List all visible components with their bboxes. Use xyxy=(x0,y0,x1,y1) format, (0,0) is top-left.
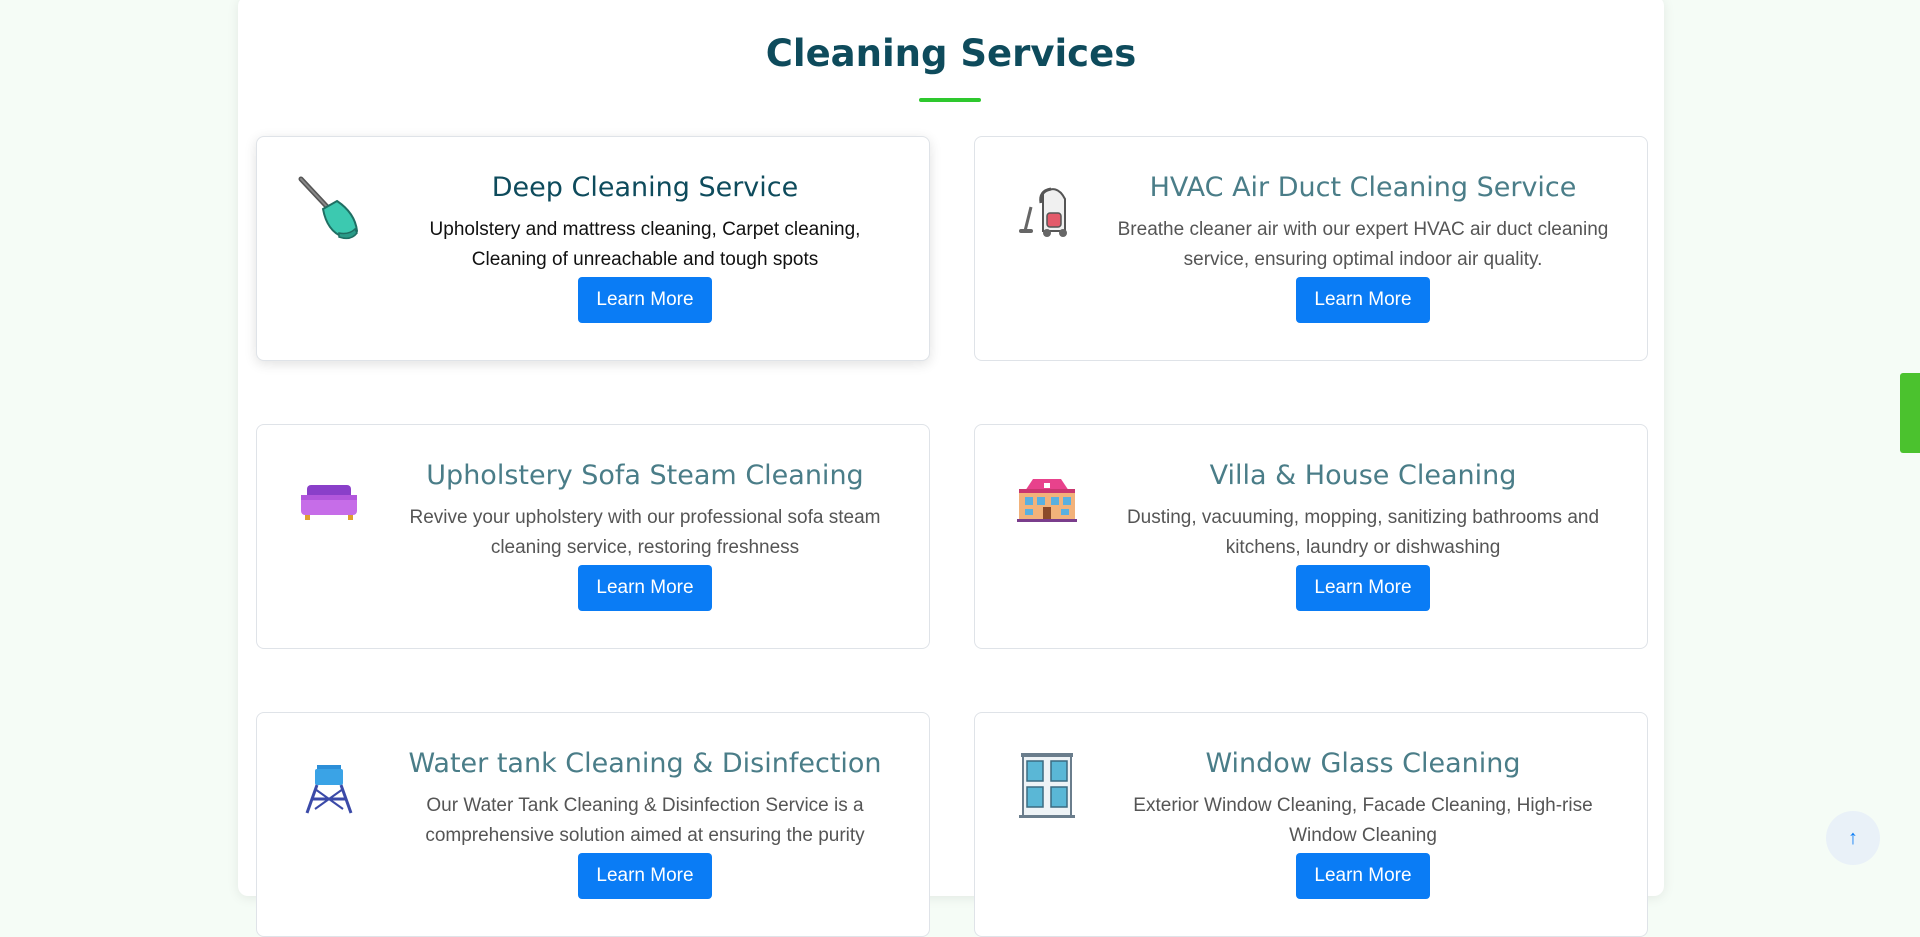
service-title: Water tank Cleaning & Disinfection xyxy=(408,748,882,779)
services-section: Cleaning Services Deep Cleaning Service … xyxy=(238,0,1664,937)
learn-more-button[interactable]: Learn More xyxy=(578,853,712,899)
service-description: Upholstery and mattress cleaning, Carpet… xyxy=(429,219,861,270)
service-title: Window Glass Cleaning xyxy=(1205,748,1521,779)
service-card-deep-cleaning[interactable]: Deep Cleaning Service Upholstery and mat… xyxy=(256,136,930,361)
service-description: Revive your upholstery with our professi… xyxy=(409,507,881,558)
water-tower-icon xyxy=(293,749,365,821)
building-windows-icon xyxy=(1011,749,1083,821)
service-card-hvac[interactable]: HVAC Air Duct Cleaning Service Breathe c… xyxy=(974,136,1648,361)
service-description: Breathe cleaner air with our expert HVAC… xyxy=(1117,219,1609,270)
service-card-villa[interactable]: Villa & House Cleaning Dusting, vacuumin… xyxy=(974,424,1648,649)
learn-more-button[interactable]: Learn More xyxy=(1296,277,1430,323)
house-icon xyxy=(1011,461,1083,533)
learn-more-button[interactable]: Learn More xyxy=(578,565,712,611)
service-card-sofa[interactable]: Upholstery Sofa Steam Cleaning Revive yo… xyxy=(256,424,930,649)
service-description: Exterior Window Cleaning, Facade Cleanin… xyxy=(1133,795,1593,846)
section-title: Cleaning Services xyxy=(765,32,1137,75)
learn-more-button[interactable]: Learn More xyxy=(1296,853,1430,899)
service-card-water-tank[interactable]: Water tank Cleaning & Disinfection Our W… xyxy=(256,712,930,937)
sofa-icon xyxy=(293,461,365,533)
service-card-window-glass[interactable]: Window Glass Cleaning Exterior Window Cl… xyxy=(974,712,1648,937)
learn-more-button[interactable]: Learn More xyxy=(578,277,712,323)
title-underline xyxy=(919,98,981,102)
service-description: Our Water Tank Cleaning & Disinfection S… xyxy=(425,795,865,846)
back-to-top-button[interactable]: ↑ xyxy=(1826,811,1880,865)
service-title: HVAC Air Duct Cleaning Service xyxy=(1149,172,1577,203)
vacuum-cleaner-icon xyxy=(1011,173,1083,245)
service-title: Deep Cleaning Service xyxy=(491,172,799,203)
service-title: Villa & House Cleaning xyxy=(1209,460,1517,491)
service-title: Upholstery Sofa Steam Cleaning xyxy=(426,460,864,491)
side-tab-handle[interactable] xyxy=(1900,373,1920,453)
plunger-icon xyxy=(293,173,365,245)
arrow-up-icon: ↑ xyxy=(1848,826,1858,849)
learn-more-button[interactable]: Learn More xyxy=(1296,565,1430,611)
service-description: Dusting, vacuuming, mopping, sanitizing … xyxy=(1126,507,1600,558)
